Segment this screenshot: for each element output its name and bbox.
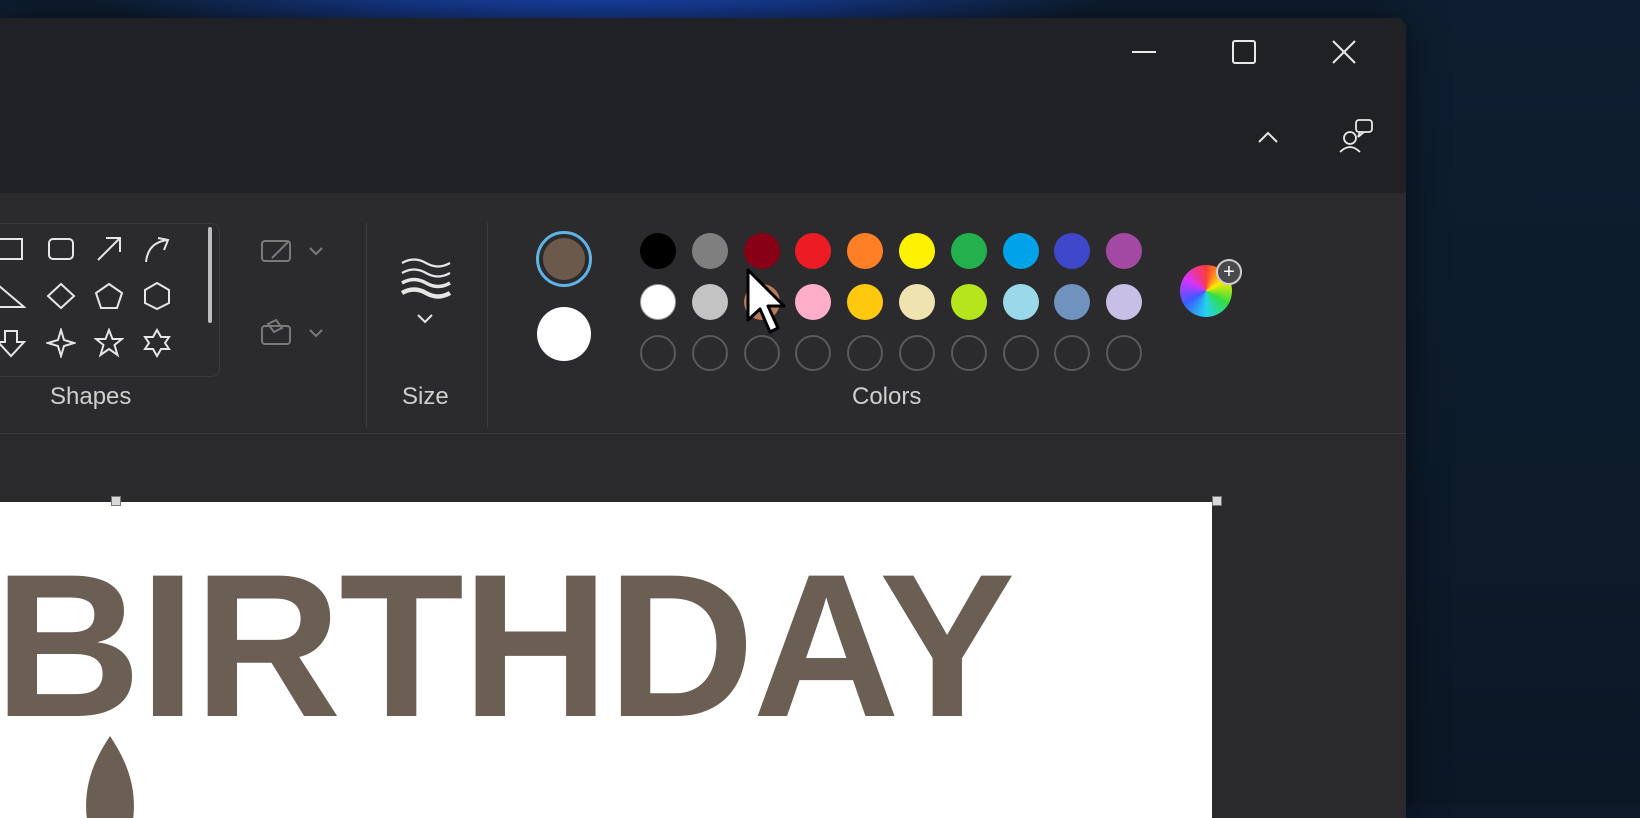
- arrow-line-shape-button[interactable]: [89, 229, 129, 269]
- palette-swatch[interactable]: [640, 233, 676, 269]
- chevron-down-icon: [417, 314, 433, 324]
- custom-color-slot[interactable]: [1002, 335, 1039, 371]
- palette-swatch[interactable]: [743, 233, 780, 269]
- palette-swatch[interactable]: [1054, 284, 1091, 320]
- custom-color-slot[interactable]: [899, 335, 935, 371]
- four-point-star-icon: [46, 328, 76, 358]
- palette-swatch[interactable]: [950, 233, 987, 269]
- secondary-color-swatch[interactable]: [537, 307, 591, 361]
- palette-swatch[interactable]: [847, 284, 884, 320]
- maximize-icon: [1232, 40, 1256, 64]
- down-arrow-shape-button[interactable]: [0, 323, 31, 363]
- shapes-gallery: [0, 223, 220, 377]
- pentagon-shape-button[interactable]: [89, 276, 129, 316]
- title-bar: [0, 18, 1406, 188]
- outline-dropdown[interactable]: [258, 231, 328, 271]
- custom-color-slot[interactable]: [691, 335, 728, 371]
- fill-dropdown[interactable]: [258, 313, 328, 353]
- canvas-resize-handle-top-right[interactable]: [1212, 496, 1222, 506]
- palette-swatch[interactable]: [691, 233, 728, 269]
- custom-color-slot[interactable]: [950, 335, 987, 371]
- five-point-star-icon: [94, 328, 124, 358]
- canvas-shape-fragment: [316, 810, 356, 818]
- maximize-button[interactable]: [1218, 32, 1270, 72]
- custom-color-slot[interactable]: [640, 335, 676, 371]
- custom-color-slot[interactable]: [1106, 335, 1143, 371]
- close-icon: [1332, 40, 1356, 64]
- palette-swatch[interactable]: [691, 284, 728, 320]
- ribbon-separator: [366, 223, 367, 428]
- palette-swatch[interactable]: [743, 284, 780, 320]
- minimize-button[interactable]: [1118, 32, 1170, 72]
- custom-color-slot[interactable]: [1054, 335, 1091, 371]
- rounded-rectangle-shape-button[interactable]: [41, 229, 81, 269]
- custom-color-slot[interactable]: [795, 335, 832, 371]
- palette-swatch[interactable]: [899, 233, 935, 269]
- palette-swatch[interactable]: [847, 233, 884, 269]
- curved-arrow-shape-button[interactable]: [137, 229, 177, 269]
- custom-color-slot[interactable]: [743, 335, 780, 371]
- rectangle-icon: [0, 238, 23, 260]
- palette-swatch[interactable]: [899, 284, 935, 320]
- ribbon-separator: [487, 223, 488, 428]
- size-group-label: Size: [402, 383, 449, 410]
- size-button[interactable]: [398, 253, 454, 299]
- paint-window: Shapes Size + Colors BIRTHDAY: [0, 18, 1406, 818]
- four-point-star-shape-button[interactable]: [41, 323, 81, 363]
- six-point-star-shape-button[interactable]: [137, 323, 177, 363]
- palette-swatch[interactable]: [795, 284, 832, 320]
- palette-swatch[interactable]: [1106, 233, 1143, 269]
- shapes-group-label: Shapes: [50, 383, 132, 410]
- stroke-size-icon: [400, 258, 452, 299]
- primary-color-swatch[interactable]: [536, 231, 592, 287]
- diamond-icon: [46, 282, 76, 310]
- palette-swatch[interactable]: [950, 284, 987, 320]
- palette-swatch[interactable]: [795, 233, 832, 269]
- add-color-icon: +: [1216, 259, 1242, 285]
- chevron-up-icon: [1258, 131, 1278, 143]
- rounded-rectangle-icon: [48, 238, 74, 260]
- canvas-resize-handle-top[interactable]: [111, 496, 121, 506]
- palette-swatch[interactable]: [640, 284, 676, 320]
- six-point-star-icon: [143, 328, 171, 358]
- minimize-icon: [1132, 51, 1156, 53]
- pentagon-icon: [94, 282, 124, 309]
- collapse-ribbon-button[interactable]: [1242, 118, 1294, 158]
- hexagon-shape-button[interactable]: [137, 276, 177, 316]
- feedback-button[interactable]: [1330, 116, 1382, 156]
- rectangle-shape-button[interactable]: [0, 229, 31, 269]
- size-dropdown-chevron[interactable]: [405, 303, 445, 333]
- close-button[interactable]: [1318, 32, 1370, 72]
- colors-group-label: Colors: [852, 383, 922, 410]
- diamond-shape-button[interactable]: [41, 276, 81, 316]
- palette-swatch[interactable]: [1002, 233, 1039, 269]
- curved-arrow-icon: [145, 237, 170, 263]
- five-point-star-shape-button[interactable]: [89, 323, 129, 363]
- palette-swatch[interactable]: [1106, 284, 1143, 320]
- feedback-icon: [1339, 119, 1373, 153]
- palette-swatch[interactable]: [1002, 284, 1039, 320]
- right-triangle-icon: [0, 285, 26, 308]
- ribbon-toolbar: Shapes Size + Colors: [0, 193, 1406, 434]
- arrow-icon: [97, 237, 121, 261]
- hexagon-icon: [144, 281, 170, 311]
- down-arrow-icon: [0, 330, 26, 358]
- canvas-text-birthday: BIRTHDAY: [0, 532, 1015, 760]
- shapes-scrollbar[interactable]: [208, 227, 212, 323]
- triangle-shape-button[interactable]: [0, 276, 31, 316]
- custom-color-slot[interactable]: [847, 335, 884, 371]
- pencil-outline-icon: [261, 240, 323, 262]
- palette-swatch[interactable]: [1054, 233, 1091, 269]
- fill-bucket-icon: [261, 318, 323, 345]
